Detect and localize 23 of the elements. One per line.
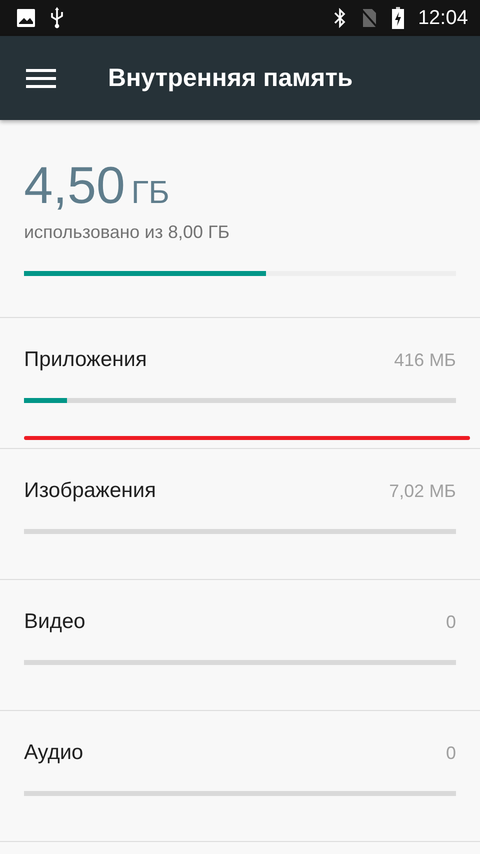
category-row[interactable]: Аудио 0 xyxy=(0,711,480,842)
used-unit: ГБ xyxy=(131,174,170,211)
image-icon xyxy=(16,8,36,28)
usb-icon xyxy=(50,7,64,29)
usage-caption: использовано из 8,00 ГБ xyxy=(24,222,231,243)
category-name: Изображения xyxy=(24,479,156,503)
used-amount: 4,50 xyxy=(24,156,126,216)
category-size: 0 xyxy=(446,743,456,764)
category-name: Видео xyxy=(24,610,86,634)
clock-time: 12:04 xyxy=(418,6,468,30)
category-name: Аудио xyxy=(24,741,84,765)
screen-title: Внутренняя память xyxy=(108,64,353,92)
category-size: 0 xyxy=(446,612,456,633)
category-row[interactable]: Приложения 416 МБ xyxy=(0,318,480,449)
category-size: 416 МБ xyxy=(394,350,456,371)
battery-charging-icon xyxy=(392,7,404,29)
category-row[interactable]: Изображения 7,02 МБ xyxy=(0,449,480,580)
menu-icon xyxy=(26,67,56,89)
bluetooth-icon xyxy=(334,8,346,28)
category-name: Приложения xyxy=(24,348,147,372)
category-size: 7,02 МБ xyxy=(389,481,456,502)
category-row[interactable]: Видео 0 xyxy=(0,580,480,711)
menu-button[interactable] xyxy=(26,67,56,89)
